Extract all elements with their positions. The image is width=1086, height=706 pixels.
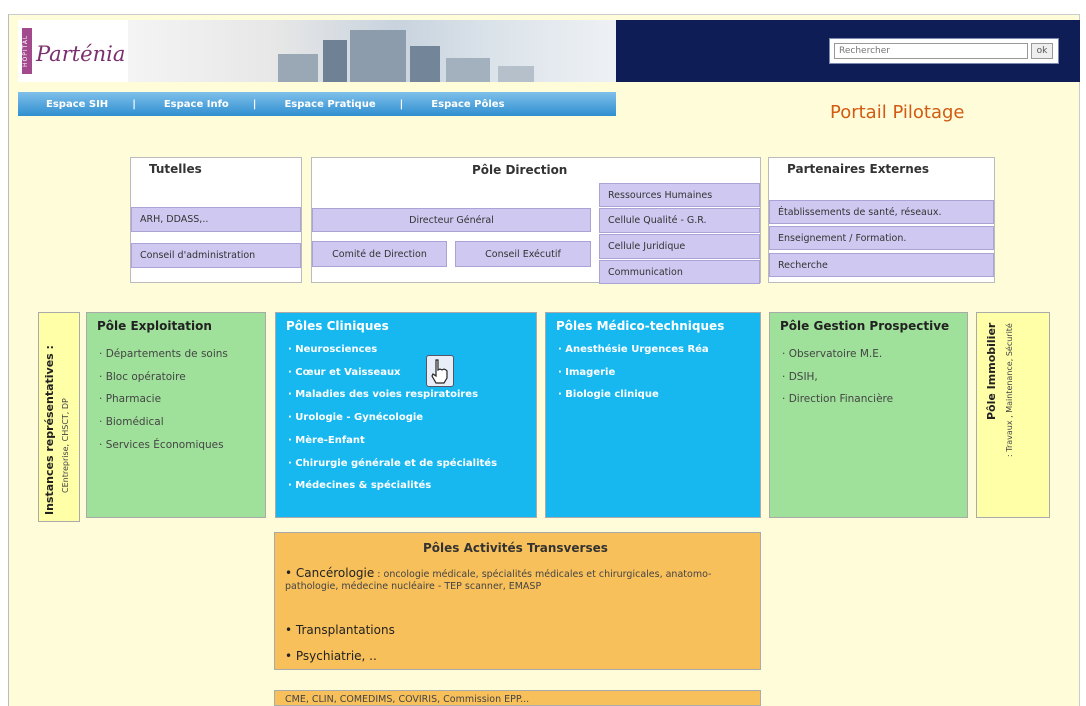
partenaires-recherche[interactable]: Recherche <box>769 253 994 277</box>
logo[interactable]: HOPITAL Parténia <box>18 20 128 82</box>
direction-qualite[interactable]: Cellule Qualité - G.R. <box>599 208 760 233</box>
list-item[interactable]: Imagerie <box>558 362 709 385</box>
direction-rh[interactable]: Ressources Humaines <box>599 183 760 207</box>
direction-conseil-executif[interactable]: Conseil Exécutif <box>455 241 591 267</box>
poles-activites-transverses[interactable]: Pôles Activités Transverses • Cancérolog… <box>274 532 761 670</box>
list-item[interactable]: Bloc opératoire <box>99 366 228 389</box>
instances-subtitle: CEntreprise, CHSCT, DP <box>61 398 70 493</box>
pole-exploitation-title: Pôle Exploitation <box>97 319 212 333</box>
direction-juridique[interactable]: Cellule Juridique <box>599 234 760 259</box>
poles-cliniques-title: Pôles Cliniques <box>286 319 389 333</box>
list-item[interactable]: Neurosciences <box>288 339 497 362</box>
tutelles-item-conseil-admin[interactable]: Conseil d'administration <box>131 243 301 268</box>
pole-immobilier-subtitle: : Travaux , Maintenance, Sécurité <box>1005 323 1014 457</box>
list-item[interactable]: Urologie - Gynécologie <box>288 407 497 430</box>
pole-gestion-list: Observatoire M.E. DSIH, Direction Financ… <box>782 343 893 411</box>
partenaires-title: Partenaires Externes <box>787 162 930 176</box>
poles-medico-title: Pôles Médico-techniques <box>556 319 725 333</box>
instances-panel[interactable]: Instances représentatives : CEntreprise,… <box>38 312 80 522</box>
nav-separator: | <box>132 98 136 110</box>
portal-title: Portail Pilotage <box>830 102 965 123</box>
nav-espace-pratique[interactable]: Espace Pratique <box>256 99 375 110</box>
poles-cliniques-list: Neurosciences Cœur et Vaisseaux Maladies… <box>288 339 497 498</box>
list-item[interactable]: Médecines & spécialités <box>288 475 497 498</box>
cancerologie-label: Cancérologie <box>295 566 375 580</box>
instances-title: Instances représentatives : <box>43 345 56 515</box>
list-item[interactable]: Services Économiques <box>99 434 228 457</box>
pole-immobilier[interactable]: Pôle Immobilier : Travaux , Maintenance,… <box>976 312 1050 518</box>
nav-espace-sih[interactable]: Espace SIH <box>18 99 108 110</box>
nav-separator: | <box>252 98 257 110</box>
list-item[interactable]: Direction Financière <box>782 388 893 411</box>
top-nav: Espace SIH | Espace Info | Espace Pratiq… <box>18 92 616 116</box>
list-item[interactable]: Pharmacie <box>99 388 228 411</box>
tutelles-title: Tutelles <box>149 162 202 176</box>
list-item[interactable]: Biologie clinique <box>558 384 709 407</box>
transplantations-label: Transplantations <box>295 623 395 637</box>
pole-gestion-title: Pôle Gestion Prospective <box>780 319 950 333</box>
commissions-panel[interactable]: CME, CLIN, COMEDIMS, COVIRIS, Commission… <box>274 690 761 706</box>
direction-title: Pôle Direction <box>472 163 568 177</box>
list-item[interactable]: Chirurgie générale et de spécialités <box>288 453 497 476</box>
list-item[interactable]: Mère-Enfant <box>288 430 497 453</box>
list-item[interactable]: Anesthésie Urgences Réa <box>558 339 708 362</box>
partenaires-enseignement[interactable]: Enseignement / Formation. <box>769 226 994 250</box>
search-box: ok <box>829 38 1059 64</box>
list-item[interactable]: Biomédical <box>99 411 228 434</box>
list-item[interactable]: Cœur et Vaisseaux <box>288 362 497 385</box>
pole-exploitation-list: Départements de soins Bloc opératoire Ph… <box>99 343 228 457</box>
direction-directeur-general[interactable]: Directeur Général <box>312 208 591 232</box>
search-input[interactable] <box>834 43 1028 59</box>
header-banner-image <box>128 20 616 82</box>
pole-exploitation[interactable]: Pôle Exploitation Départements de soins … <box>86 312 266 518</box>
logo-side-label: HOPITAL <box>22 28 32 74</box>
logo-text: Parténia <box>36 42 126 66</box>
psychiatrie-label: Psychiatrie, .. <box>295 649 377 663</box>
poles-medico-list: Anesthésie Urgences Réa Imagerie Biologi… <box>558 339 709 407</box>
search-button[interactable]: ok <box>1031 43 1053 59</box>
transverses-title: Pôles Activités Transverses <box>423 541 608 555</box>
pole-gestion-prospective[interactable]: Pôle Gestion Prospective Observatoire M.… <box>769 312 968 518</box>
list-item[interactable]: Observatoire M.E. <box>782 343 893 366</box>
direction-comite[interactable]: Comité de Direction <box>312 241 447 267</box>
poles-medico-techniques[interactable]: Pôles Médico-techniques Anesthésie Urgen… <box>545 312 761 518</box>
direction-communication[interactable]: Communication <box>599 260 760 284</box>
commissions-label: CME, CLIN, COMEDIMS, COVIRIS, Commission… <box>285 694 530 705</box>
nav-separator: | <box>399 98 404 110</box>
transverses-psychiatrie[interactable]: • Psychiatrie, .. <box>285 649 377 663</box>
list-item[interactable]: Maladies des voies respiratoires <box>288 384 497 407</box>
partenaires-etablissements[interactable]: Établissements de santé, réseaux. <box>769 200 994 224</box>
list-item[interactable]: Départements de soins <box>99 343 228 366</box>
hand-cursor-icon <box>426 355 454 387</box>
transverses-transplantations[interactable]: • Transplantations <box>285 623 395 637</box>
tutelles-item-arh[interactable]: ARH, DDASS,.. <box>131 207 301 232</box>
list-item[interactable]: DSIH, <box>782 366 893 389</box>
transverses-cancerologie[interactable]: • Cancérologie : oncologie médicale, spé… <box>285 567 735 593</box>
nav-espace-poles[interactable]: Espace Pôles <box>403 99 504 110</box>
nav-espace-info[interactable]: Espace Info <box>136 99 229 110</box>
poles-cliniques[interactable]: Pôles Cliniques Neurosciences Cœur et Va… <box>275 312 537 518</box>
pole-immobilier-title: Pôle Immobilier <box>985 323 998 421</box>
